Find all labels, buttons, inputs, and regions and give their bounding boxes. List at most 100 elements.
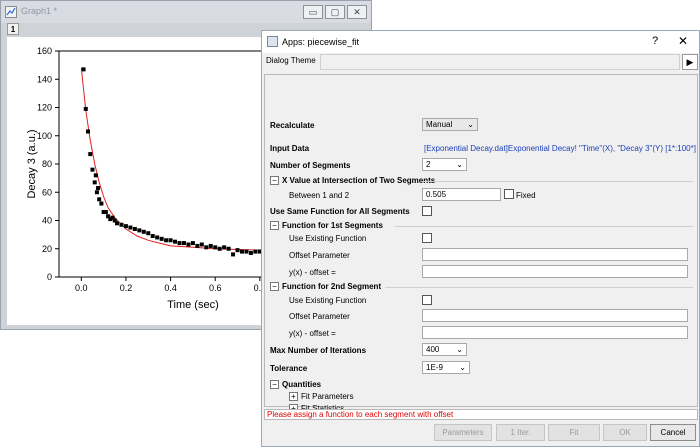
- y-tick-label: 40: [42, 216, 52, 226]
- fit-curve: [80, 67, 265, 251]
- help-button[interactable]: ?: [652, 35, 658, 47]
- dialog-settings-panel: Recalculate Manual ⌄ Input Data [Exponen…: [264, 74, 698, 413]
- collapse-quantities-toggle[interactable]: −: [270, 380, 279, 389]
- graph-window-icon: [5, 6, 17, 18]
- minimize-button[interactable]: ▭: [303, 5, 323, 19]
- data-point: [93, 173, 98, 178]
- seg2-offset-param-input[interactable]: [422, 309, 688, 322]
- tolerance-select[interactable]: 1E-9 ⌄: [422, 361, 470, 374]
- fixed-checkbox[interactable]: [504, 189, 514, 199]
- same-function-label: Use Same Function for All Segments: [270, 207, 410, 216]
- input-data-value[interactable]: [Exponential Decay.dat]Exponential Decay…: [424, 144, 696, 153]
- parameters-button[interactable]: Parameters: [434, 424, 492, 441]
- data-point: [181, 241, 186, 246]
- y-tick-label: 80: [42, 159, 52, 169]
- data-point: [199, 242, 204, 247]
- y-tick-label: 120: [37, 103, 52, 113]
- data-point: [253, 249, 258, 254]
- data-point: [164, 238, 169, 243]
- one-iteration-button[interactable]: 1 Iter.: [496, 424, 545, 441]
- layer-indicator[interactable]: 1: [7, 23, 19, 35]
- seg1-group-label: Function for 1st Segments: [282, 221, 383, 230]
- data-point: [119, 222, 124, 227]
- dialog-titlebar[interactable]: Apps: piecewise_fit ? ✕: [262, 31, 699, 53]
- segments-select[interactable]: 2 ⌄: [422, 158, 467, 171]
- data-point: [204, 245, 209, 250]
- collapse-xsection-toggle[interactable]: −: [270, 176, 279, 185]
- data-point: [217, 246, 222, 251]
- data-point: [146, 231, 151, 236]
- data-point: [190, 241, 195, 246]
- graph-title: Graph1 *: [21, 6, 58, 16]
- apps-dialog[interactable]: Apps: piecewise_fit ? ✕ Dialog Theme ▶ R…: [261, 30, 700, 447]
- close-button[interactable]: ✕: [347, 5, 367, 19]
- dialog-close-button[interactable]: ✕: [678, 34, 688, 48]
- x-axis-title: Time (sec): [167, 299, 219, 311]
- collapse-seg1-toggle[interactable]: −: [270, 221, 279, 230]
- data-point: [90, 167, 95, 172]
- data-point: [88, 152, 93, 157]
- data-point: [123, 224, 128, 229]
- theme-arrow-button[interactable]: ▶: [682, 54, 698, 70]
- seg1-use-existing-label: Use Existing Function: [289, 234, 367, 243]
- tolerance-value: 1E-9: [426, 363, 443, 372]
- data-point: [226, 246, 231, 251]
- segments-label: Number of Segments: [270, 161, 351, 170]
- data-point: [235, 248, 240, 253]
- status-message: Please assign a function to each segment…: [264, 409, 698, 420]
- divider: [423, 181, 693, 182]
- data-point: [103, 210, 108, 215]
- data-point: [96, 186, 101, 191]
- fit-button[interactable]: Fit: [548, 424, 600, 441]
- data-point: [231, 252, 236, 257]
- seg1-yx-offset-input[interactable]: [422, 265, 688, 278]
- x-tick-label: 0.6: [209, 283, 222, 293]
- fixed-label: Fixed: [516, 191, 536, 200]
- chevron-down-icon: ⌄: [467, 120, 474, 129]
- y-tick-label: 20: [42, 244, 52, 254]
- data-point: [81, 67, 86, 72]
- dialog-title: Apps: piecewise_fit: [282, 37, 360, 47]
- chevron-down-icon: ⌄: [456, 345, 463, 354]
- seg2-use-existing-checkbox[interactable]: [422, 295, 432, 305]
- data-point: [208, 243, 213, 248]
- data-point: [244, 249, 249, 254]
- quantities-group-label: Quantities: [282, 380, 322, 389]
- chevron-down-icon: ⌄: [459, 363, 466, 372]
- seg2-yx-offset-input[interactable]: [422, 326, 688, 339]
- chevron-down-icon: ⌄: [456, 160, 463, 169]
- divider: [395, 226, 693, 227]
- data-point: [222, 245, 227, 250]
- ok-button[interactable]: OK: [603, 424, 647, 441]
- x-tick-label: 0.0: [75, 283, 88, 293]
- max-iterations-select[interactable]: 400 ⌄: [422, 343, 467, 356]
- seg2-offset-param-label: Offset Parameter: [289, 312, 350, 321]
- fit-parameters-label[interactable]: Fit Parameters: [301, 392, 353, 401]
- recalculate-select[interactable]: Manual ⌄: [422, 118, 478, 131]
- expand-fit-parameters-toggle[interactable]: +: [289, 392, 298, 401]
- y-tick-label: 60: [42, 187, 52, 197]
- y-tick-label: 160: [37, 46, 52, 56]
- same-function-checkbox[interactable]: [422, 206, 432, 216]
- data-point: [168, 238, 173, 243]
- between-value-input[interactable]: 0.505: [422, 188, 501, 201]
- graph-titlebar[interactable]: Graph1 * ▭ ▢ ✕: [1, 1, 371, 23]
- seg1-offset-param-input[interactable]: [422, 248, 688, 261]
- x-tick-label: 0.4: [164, 283, 177, 293]
- input-data-label: Input Data: [270, 144, 310, 153]
- data-point: [150, 234, 155, 239]
- segments-value: 2: [426, 160, 431, 169]
- cancel-button[interactable]: Cancel: [650, 424, 696, 441]
- data-point: [128, 225, 133, 230]
- max-iterations-value: 400: [426, 345, 440, 354]
- seg1-offset-param-label: Offset Parameter: [289, 251, 350, 260]
- data-point: [99, 201, 104, 206]
- y-tick-label: 100: [37, 131, 52, 141]
- data-point: [132, 226, 137, 231]
- collapse-seg2-toggle[interactable]: −: [270, 282, 279, 291]
- recalculate-value: Manual: [426, 120, 453, 129]
- seg1-use-existing-checkbox[interactable]: [422, 233, 432, 243]
- dialog-theme-field[interactable]: [320, 54, 680, 70]
- maximize-button[interactable]: ▢: [325, 5, 345, 19]
- xsection-group-label: X Value at Intersection of Two Segments: [282, 176, 436, 185]
